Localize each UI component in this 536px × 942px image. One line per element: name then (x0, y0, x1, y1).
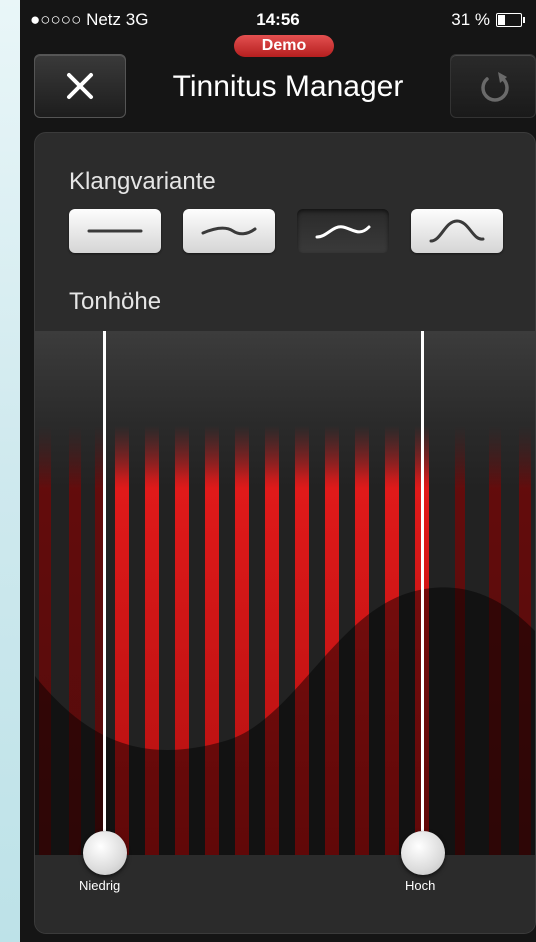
background-strip (0, 0, 20, 942)
frequency-spectrum-graphic (35, 331, 535, 855)
high-pitch-slider-track (421, 331, 424, 831)
close-button[interactable] (34, 54, 126, 118)
status-bar: ●○○○○ Netz 3G 14:56 31 % (20, 0, 536, 34)
low-pitch-label: Niedrig (79, 878, 121, 893)
strong-wave-icon (429, 219, 485, 243)
battery-percent: 31 % (451, 10, 490, 29)
variant-button-gentle[interactable] (183, 209, 275, 253)
pitch-heading: Tonhöhe (69, 288, 162, 315)
nav-bar: Tinnitus Manager (20, 48, 536, 128)
variant-button-medium[interactable] (297, 209, 389, 253)
medium-wave-icon (315, 225, 371, 239)
variant-button-flat[interactable] (69, 209, 161, 253)
settings-panel: Klangvariante Tonhöhe Niedrig Hoch (34, 132, 536, 934)
battery-icon (496, 13, 525, 27)
reset-button[interactable] (450, 54, 536, 118)
battery-indicator: 31 % (451, 10, 525, 30)
app-screen: ●○○○○ Netz 3G 14:56 31 % Demo Tinnitus M… (20, 0, 536, 942)
low-pitch-handle[interactable] (83, 831, 127, 875)
flat-line-icon (87, 229, 143, 233)
refresh-icon (481, 72, 509, 102)
high-pitch-label: Hoch (405, 878, 436, 893)
variant-button-strong[interactable] (411, 209, 503, 253)
high-pitch-handle[interactable] (401, 831, 445, 875)
sound-variant-heading: Klangvariante (69, 168, 216, 195)
gentle-wave-icon (201, 226, 257, 236)
low-pitch-slider-track (103, 331, 106, 831)
close-icon (67, 73, 93, 99)
page-title: Tinnitus Manager (172, 70, 404, 103)
pitch-visualization (35, 331, 535, 855)
sound-variant-selector (69, 209, 509, 257)
